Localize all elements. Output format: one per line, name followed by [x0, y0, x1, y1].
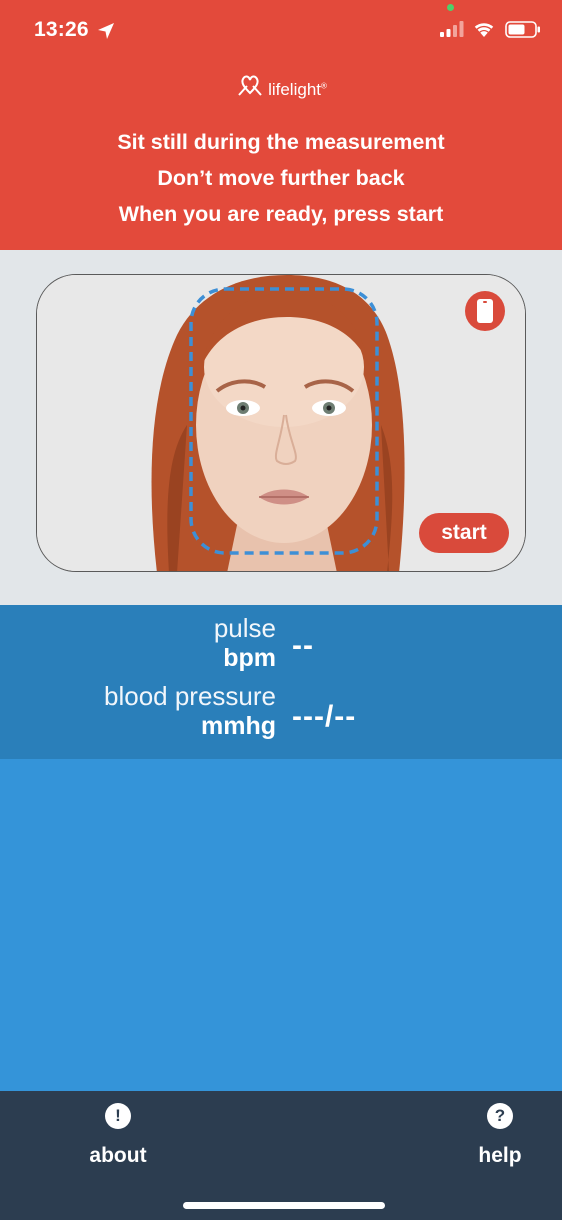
instruction-line: Sit still during the measurement	[117, 130, 445, 154]
pulse-unit: bpm	[223, 644, 276, 672]
pulse-value: --	[292, 629, 314, 662]
phone-orientation-button[interactable]	[465, 291, 505, 331]
brand: lifelight®	[0, 66, 562, 106]
help-button[interactable]: ? help	[474, 1103, 526, 1168]
readings-panel: pulse bpm -- blood pressure mmhg ---/--	[0, 605, 562, 759]
camera-section: start	[0, 250, 562, 605]
about-label: about	[89, 1144, 147, 1167]
bp-label-group: blood pressure mmhg	[104, 681, 276, 741]
location-arrow-icon	[98, 23, 114, 39]
brand-name: lifelight®	[268, 80, 327, 99]
blood-pressure-unit: mmhg	[201, 712, 276, 740]
help-label: help	[478, 1144, 522, 1167]
camera-indicator-dot	[447, 4, 454, 11]
home-indicator[interactable]	[183, 1202, 385, 1209]
blood-pressure-label: blood pressure	[104, 681, 276, 711]
about-button[interactable]: ! about	[88, 1103, 148, 1168]
status-bar: 13:26	[0, 0, 562, 60]
camera-preview: start	[36, 274, 526, 572]
pulse-label: pulse	[213, 613, 276, 643]
wifi-icon	[474, 23, 494, 37]
header: 13:26 lifelight® Sit still during the me…	[0, 0, 562, 250]
cellular-signal-icon	[440, 21, 464, 37]
instruction-line: Don’t move further back	[157, 166, 405, 190]
blood-pressure-value: ---/--	[292, 700, 357, 733]
instruction-line: When you are ready, press start	[118, 202, 444, 226]
lifelight-logo-icon	[238, 75, 262, 96]
exclamation-icon: !	[105, 1103, 131, 1129]
phone-icon	[477, 299, 493, 323]
pulse-label-group: pulse bpm	[214, 613, 276, 673]
question-icon: ?	[487, 1103, 513, 1129]
battery-icon	[505, 21, 540, 38]
start-button[interactable]: start	[419, 513, 509, 553]
bottom-nav: ! about ? help	[0, 1091, 562, 1220]
status-time: 13:26	[34, 18, 89, 41]
results-area	[0, 759, 562, 1091]
instructions: Sit still during the measurement Don’t m…	[0, 124, 562, 232]
